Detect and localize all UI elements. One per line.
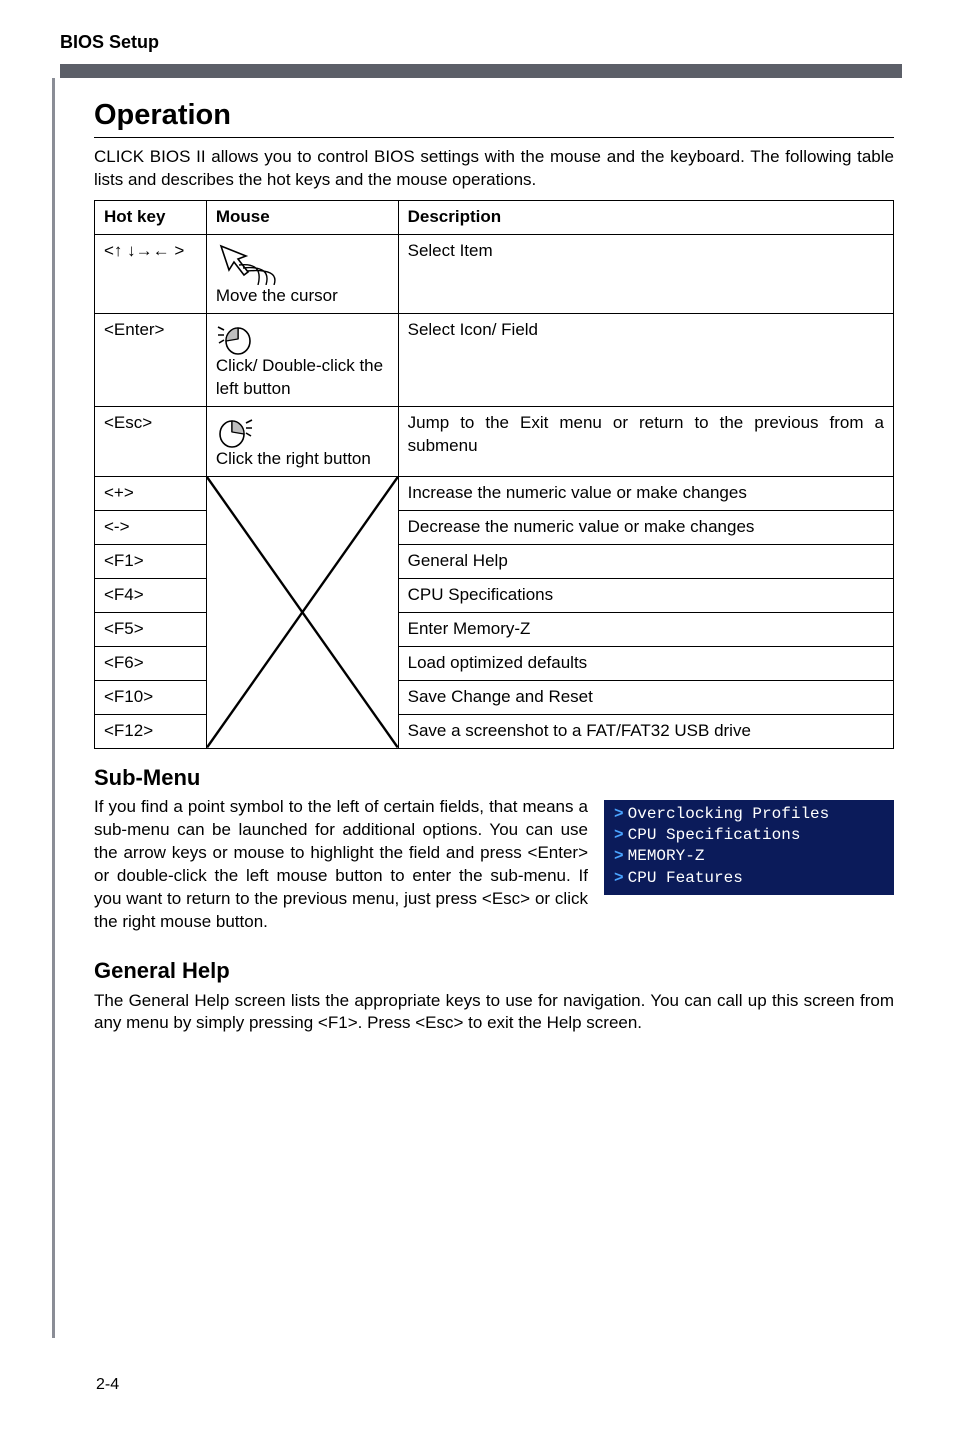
page-number: 2-4	[96, 1374, 119, 1396]
cell-hotkey: <+>	[95, 477, 207, 511]
mouse-label: Move the cursor	[216, 286, 338, 305]
cell-desc: Save Change and Reset	[398, 680, 893, 714]
cell-hotkey: <->	[95, 510, 207, 544]
cell-desc: General Help	[398, 544, 893, 578]
x-cross-icon	[207, 477, 398, 748]
cell-desc: Select Item	[398, 235, 893, 314]
cell-hotkey: <F1>	[95, 544, 207, 578]
cell-hotkey: <F5>	[95, 612, 207, 646]
page-header: BIOS Setup	[60, 0, 894, 64]
arrow-icon: >	[614, 847, 624, 865]
mouse-cursor-icon	[216, 240, 286, 285]
cell-desc: Increase the numeric value or make chang…	[398, 477, 893, 511]
submenu-item: >MEMORY-Z	[614, 846, 884, 867]
general-help-heading: General Help	[94, 956, 894, 986]
cell-hotkey: <F4>	[95, 578, 207, 612]
table-row: <Esc> Click the right button Jump to the…	[95, 407, 894, 477]
left-edge-line	[52, 78, 55, 1338]
th-description: Description	[398, 201, 893, 235]
cell-mouse: Click/ Double-click the left button	[206, 314, 398, 407]
arrow-icon: >	[614, 869, 624, 887]
cell-desc: Enter Memory-Z	[398, 612, 893, 646]
cell-desc: Select Icon/ Field	[398, 314, 893, 407]
general-help-text: The General Help screen lists the approp…	[94, 990, 894, 1036]
table-row: <+> Increase the numeric value or make c…	[95, 477, 894, 511]
cell-desc: Load optimized defaults	[398, 646, 893, 680]
mouse-left-click-icon	[216, 319, 256, 355]
submenu-item: >CPU Specifications	[614, 825, 884, 846]
cell-hotkey: <Enter>	[95, 314, 207, 407]
mouse-label: Click/ Double-click the left button	[216, 356, 383, 398]
cell-hotkey: <F6>	[95, 646, 207, 680]
submenu-item: >CPU Features	[614, 868, 884, 889]
hotkey-table: Hot key Mouse Description <↑ ↓→← > Move …	[94, 200, 894, 748]
cell-desc: Save a screenshot to a FAT/FAT32 USB dri…	[398, 714, 893, 748]
cell-mouse: Move the cursor	[206, 235, 398, 314]
table-row: <Enter> Click/ Double-click the left but…	[95, 314, 894, 407]
mouse-label: Click the right button	[216, 449, 371, 468]
header-bar	[60, 64, 902, 78]
arrow-icon: >	[614, 805, 624, 823]
cell-desc: CPU Specifications	[398, 578, 893, 612]
arrow-icon: >	[614, 826, 624, 844]
cell-hotkey: <Esc>	[95, 407, 207, 477]
submenu-item: >Overclocking Profiles	[614, 804, 884, 825]
operation-heading: Operation	[94, 96, 894, 138]
cell-mouse: Click the right button	[206, 407, 398, 477]
mouse-right-click-icon	[216, 412, 256, 448]
th-mouse: Mouse	[206, 201, 398, 235]
submenu-heading: Sub-Menu	[94, 763, 894, 793]
cell-desc: Jump to the Exit menu or return to the p…	[398, 407, 893, 477]
cell-mouse-empty	[206, 477, 398, 749]
cell-hotkey: <F10>	[95, 680, 207, 714]
table-row: <↑ ↓→← > Move the cursor Select Item	[95, 235, 894, 314]
submenu-screenshot: >Overclocking Profiles >CPU Specificatio…	[604, 800, 894, 895]
cell-hotkey: <↑ ↓→← >	[95, 235, 207, 314]
cell-hotkey: <F12>	[95, 714, 207, 748]
th-hotkey: Hot key	[95, 201, 207, 235]
operation-intro: CLICK BIOS II allows you to control BIOS…	[94, 146, 894, 192]
cell-desc: Decrease the numeric value or make chang…	[398, 510, 893, 544]
